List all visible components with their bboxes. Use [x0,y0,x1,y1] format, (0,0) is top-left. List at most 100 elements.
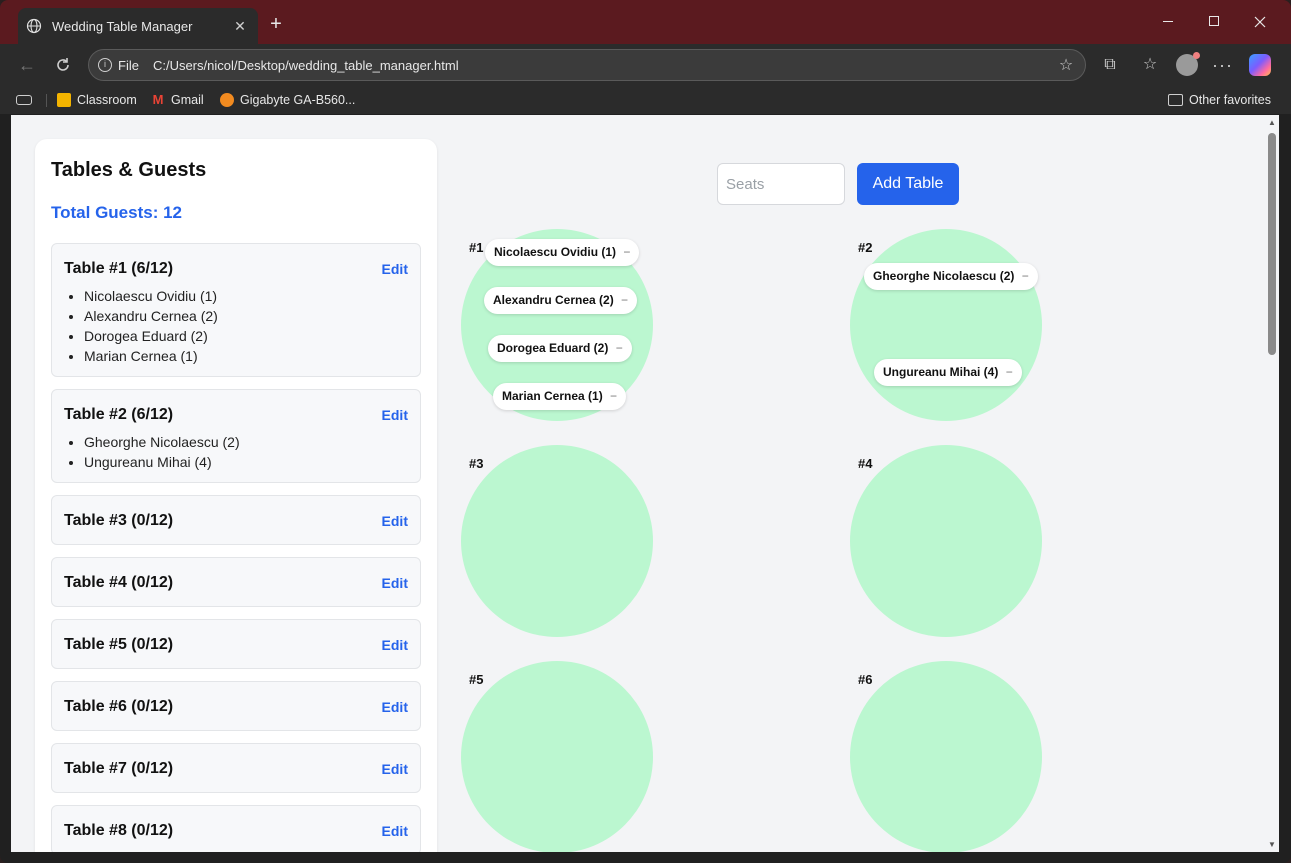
guest-chip-name: Marian Cernea (1) [502,389,603,403]
browser-tab[interactable]: Wedding Table Manager ✕ [18,8,258,44]
guest-item: Gheorghe Nicolaescu (2) [84,432,240,452]
total-guests: Total Guests: 12 [51,203,182,222]
guest-chip[interactable]: Ungureanu Mihai (4) − [874,359,1022,386]
table-number: #5 [469,672,484,687]
table-card: Table #2 (6/12) Edit Gheorghe Nicolaescu… [51,389,421,483]
other-favorites-label: Other favorites [1189,93,1271,107]
folder-icon [1168,94,1183,106]
minimize-icon [1163,21,1173,22]
table-card: Table #4 (0/12) Edit [51,557,421,607]
table-circle[interactable] [461,445,653,637]
reading-list-button[interactable] [16,91,38,109]
new-tab-button[interactable]: + [266,14,286,34]
remove-guest-icon[interactable]: − [610,389,617,403]
table-number: #3 [469,456,484,471]
guest-list: Gheorghe Nicolaescu (2) Ungureanu Mihai … [84,432,240,472]
table-number: #2 [858,240,873,255]
guest-chip-name: Alexandru Cernea (2) [493,293,614,307]
table-card-title: Table #1 (6/12) [64,260,174,277]
edit-button[interactable]: Edit [382,699,408,715]
guest-chip[interactable]: Nicolaescu Ovidiu (1) − [485,239,640,266]
table-number: #6 [858,672,873,687]
gmail-icon: M [152,92,164,107]
gigabyte-icon [220,93,234,107]
bookmarks-bar: Classroom M Gmail Gigabyte GA-B560... Ot… [0,86,1291,114]
extensions-icon[interactable]: ⧉ [1100,55,1120,75]
bookmark-gigabyte[interactable]: Gigabyte GA-B560... [220,91,355,109]
edit-button[interactable]: Edit [382,575,408,591]
guest-chip[interactable]: Alexandru Cernea (2) − [484,287,638,314]
remove-guest-icon[interactable]: − [1022,269,1029,283]
globe-icon [26,18,42,34]
avatar[interactable] [1176,52,1200,76]
remove-guest-icon[interactable]: − [1006,365,1013,379]
edit-button[interactable]: Edit [382,637,408,653]
address-bar[interactable]: i File C:/Users/nicol/Desktop/wedding_ta… [88,49,1086,81]
title-bar: Wedding Table Manager ✕ + [0,0,1291,44]
panel-title: Tables & Guests [51,159,207,181]
vertical-scrollbar[interactable]: ▲ ▼ [1265,115,1279,852]
table-card-title: Table #4 (0/12) [64,574,174,591]
table-circle[interactable] [850,229,1042,421]
info-icon[interactable]: i [98,58,112,72]
table-card-title: Table #8 (0/12) [64,822,174,839]
guest-item: Marian Cernea (1) [84,346,218,366]
edit-button[interactable]: Edit [382,761,408,777]
star-icon[interactable]: ☆ [1057,55,1075,75]
guest-chip[interactable]: Marian Cernea (1) − [493,383,627,410]
reload-icon [57,58,69,71]
more-menu-icon[interactable]: ··· [1212,55,1232,75]
edit-button[interactable]: Edit [382,261,408,277]
bookmark-label: Gigabyte GA-B560... [240,93,356,107]
address-url[interactable]: C:/Users/nicol/Desktop/wedding_table_man… [153,58,1057,73]
close-icon[interactable]: ✕ [232,18,248,35]
reading-list-icon [16,95,32,105]
other-favorites[interactable]: Other favorites [1168,91,1271,109]
copilot-icon[interactable] [1249,54,1271,76]
maximize-button[interactable] [1204,12,1224,32]
add-table-button[interactable]: Add Table [857,163,959,205]
remove-guest-icon[interactable]: − [616,341,623,355]
minimize-button[interactable] [1158,12,1178,32]
browser-toolbar: ← i File C:/Users/nicol/Desktop/wedding_… [0,44,1291,86]
edit-button[interactable]: Edit [382,823,408,839]
address-scheme: File [118,57,139,73]
table-number: #1 [469,240,484,255]
guest-chip[interactable]: Gheorghe Nicolaescu (2) − [864,263,1038,290]
edit-button[interactable]: Edit [382,513,408,529]
table-circle[interactable] [850,445,1042,637]
scroll-down-icon[interactable]: ▼ [1267,840,1277,849]
bookmark-gmail[interactable]: M Gmail [151,91,204,109]
remove-guest-icon[interactable]: − [621,293,628,307]
favorites-icon[interactable]: ☆ [1140,55,1160,75]
back-button[interactable]: ← [16,54,38,76]
scrollbar-thumb[interactable] [1268,133,1276,355]
edit-button[interactable]: Edit [382,407,408,423]
guest-chip-name: Ungureanu Mihai (4) [883,365,999,379]
table-card: Table #1 (6/12) Edit Nicolaescu Ovidiu (… [51,243,421,377]
table-card: Table #6 (0/12) Edit [51,681,421,731]
maximize-icon [1209,16,1219,26]
table-circle[interactable] [461,661,653,852]
browser-window: Wedding Table Manager ✕ + ← i File C:/Us… [0,0,1291,863]
close-icon [1254,16,1266,28]
bookmark-label: Gmail [171,93,204,107]
table-card-title: Table #7 (0/12) [64,760,174,777]
tab-title: Wedding Table Manager [52,18,193,34]
guest-chip[interactable]: Dorogea Eduard (2) − [488,335,632,362]
remove-guest-icon[interactable]: − [623,245,630,259]
table-card-title: Table #3 (0/12) [64,512,174,529]
seats-input[interactable] [717,163,845,205]
guest-chip-name: Dorogea Eduard (2) [497,341,609,355]
tables-guests-panel: Tables & Guests Total Guests: 12 Table #… [35,139,437,852]
table-card-title: Table #6 (0/12) [64,698,174,715]
table-card-title: Table #5 (0/12) [64,636,174,653]
table-circle[interactable] [850,661,1042,852]
reload-button[interactable] [52,54,74,76]
bookmark-classroom[interactable]: Classroom [57,91,137,109]
bookmark-label: Classroom [77,93,137,107]
table-card: Table #8 (0/12) Edit [51,805,421,852]
window-close-button[interactable] [1250,12,1270,32]
bookmarks-divider [46,94,47,107]
scroll-up-icon[interactable]: ▲ [1267,118,1277,127]
